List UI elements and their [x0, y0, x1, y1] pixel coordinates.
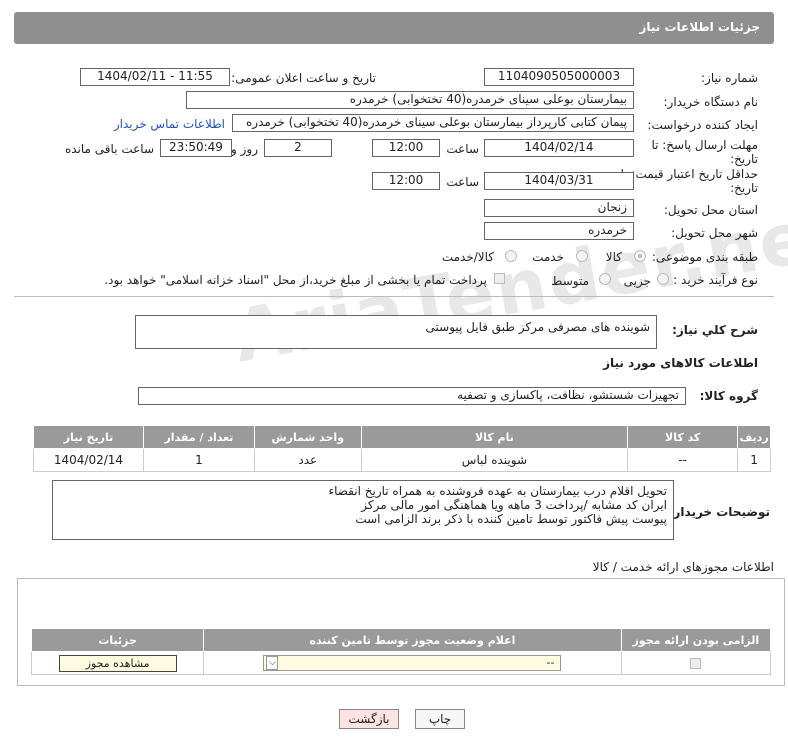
col-permit-details: جزئیات: [30, 628, 205, 652]
goods-table-header-row: ردیف کد کالا نام کالا واحد شمارش تعداد /…: [33, 425, 771, 449]
cell-item-code: --: [627, 448, 739, 472]
creator-label: ایجاد کننده درخواست:: [647, 118, 758, 132]
cell-quantity: 1: [142, 448, 255, 472]
buyer-notes-label: توضیحات خریدار:: [668, 505, 770, 519]
category-label: طبقه بندی موضوعی:: [651, 250, 758, 264]
process-radio-minor[interactable]: [657, 273, 669, 285]
buyer-note-line: تحویل اقلام درب بیمارستان به عهده فروشند…: [328, 484, 667, 498]
process-option-medium: متوسط: [551, 274, 589, 288]
table-row: -- ⌵ مشاهده مجوز: [30, 651, 772, 675]
province-field: زنجان: [484, 199, 634, 217]
price-time-field: 12:00: [372, 172, 440, 190]
table-row: 1 -- شوینده لباس عدد 1 1404/02/14: [33, 448, 771, 472]
cell-row-number: 1: [737, 448, 771, 472]
remaining-time-label: ساعت باقی مانده: [64, 142, 154, 156]
cell-permit-status: -- ⌵: [203, 651, 622, 675]
process-radio-medium[interactable]: [599, 273, 611, 285]
view-permit-button[interactable]: مشاهده مجوز: [58, 654, 177, 672]
goods-table: ردیف کد کالا نام کالا واحد شمارش تعداد /…: [33, 425, 771, 472]
province-label: استان محل تحویل:: [663, 203, 758, 217]
permits-table-header-row: الزامی بودن ارائه مجوز اعلام وضعیت مجوز …: [30, 628, 772, 652]
permit-required-checkbox[interactable]: [690, 658, 702, 669]
goods-group-field: تجهیزات شستشو، نظافت، پاکسازی و تصفیه: [138, 387, 686, 405]
chevron-down-icon: ⌵: [266, 656, 279, 670]
col-permit-status: اعلام وضعیت مجوز توسط تامین کننده: [203, 628, 622, 652]
permit-status-value: --: [546, 656, 555, 669]
category-radio-goods[interactable]: [634, 250, 646, 262]
price-time-label: ساعت: [446, 175, 479, 189]
need-number-field: 1104090505000003: [484, 68, 634, 86]
col-permit-required: الزامی بودن ارائه مجوز: [620, 628, 772, 652]
city-field: خرمدره: [484, 222, 634, 240]
reply-deadline-label: مهلت ارسال پاسخ: تا تاریخ:: [651, 138, 758, 166]
cell-need-date: 1404/02/14: [33, 448, 144, 472]
need-number-label: شماره نیاز:: [701, 71, 758, 85]
reply-date-field: 1404/02/14: [484, 139, 634, 157]
permits-section-title: اطلاعات مجوزهای ارائه خدمت / کالا: [592, 560, 774, 574]
back-button[interactable]: بازگشت: [339, 709, 399, 729]
days-label: روز و: [231, 142, 258, 156]
category-radio-service[interactable]: [576, 250, 588, 262]
announce-label: تاریخ و ساعت اعلان عمومی:: [231, 71, 376, 85]
goods-group-label: گروه کالا:: [699, 389, 758, 403]
permit-status-select[interactable]: -- ⌵: [263, 655, 562, 671]
buyer-org-label: نام دستگاه خریدار:: [663, 95, 759, 109]
col-unit: واحد شمارش: [253, 425, 362, 449]
buyer-org-field: بیمارستان بوعلی سینای خرمدره(40 تختخوابی…: [186, 91, 634, 109]
print-button[interactable]: چاپ: [415, 709, 465, 729]
payment-checkbox[interactable]: [494, 273, 505, 284]
buyer-note-line: پیوست پیش فاکتور توسط تامین کننده با ذکر…: [355, 512, 667, 526]
creator-field: پیمان کتابی کارپرداز بیمارستان بوعلی سین…: [232, 114, 634, 132]
divider: [14, 296, 774, 297]
days-remaining-field: 2: [264, 139, 332, 157]
col-row-number: ردیف: [737, 425, 771, 449]
category-radio-goods-service[interactable]: [505, 250, 517, 262]
buyer-note-line: ایران کد مشابه /پرداخت 3 ماهه ویا هماهنگ…: [361, 498, 667, 512]
contact-buyer-link[interactable]: اطلاعات تماس خریدار: [114, 117, 225, 131]
payment-note: پرداخت تمام یا بخشی از مبلغ خرید،از محل …: [104, 273, 487, 287]
city-label: شهر محل تحویل:: [671, 226, 758, 240]
buyer-notes-field[interactable]: تحویل اقلام درب بیمارستان به عهده فروشند…: [52, 480, 674, 540]
process-type-label: نوع فرآیند خرید :: [673, 273, 758, 287]
reply-time-field: 12:00: [372, 139, 440, 157]
process-option-minor: جزیی: [623, 274, 651, 288]
permits-table: الزامی بودن ارائه مجوز اعلام وضعیت مجوز …: [30, 628, 772, 675]
page-header: جزئیات اطلاعات نیاز: [14, 12, 774, 44]
col-need-date: تاریخ نیاز: [33, 425, 144, 449]
goods-section-title: اطلاعات کالاهای مورد نیاز: [603, 356, 758, 370]
general-description-label: شرح کلي نياز:: [672, 323, 758, 337]
reply-time-label: ساعت: [446, 142, 479, 156]
price-deadline-label: حداقل تاریخ اعتبار قیمت: تا تاریخ:: [620, 167, 758, 195]
cell-permit-details: مشاهده مجوز: [30, 651, 205, 675]
category-option-goods-service: کالا/خدمت: [441, 250, 494, 264]
category-option-goods: کالا: [605, 250, 622, 264]
category-option-service: خدمت: [532, 250, 564, 264]
announce-field: 1404/02/11 - 11:55: [80, 68, 230, 86]
general-description-field[interactable]: شوینده های مصرفی مرکز طبق فایل پیوستی: [135, 315, 657, 349]
cell-item-name: شوینده لباس: [360, 448, 629, 472]
remaining-time-field: 23:50:49: [160, 139, 232, 157]
col-quantity: تعداد / مقدار: [142, 425, 255, 449]
col-item-code: کد کالا: [627, 425, 739, 449]
page-title: جزئیات اطلاعات نیاز: [639, 20, 760, 34]
col-item-name: نام کالا: [360, 425, 629, 449]
cell-permit-required: [620, 651, 772, 675]
cell-unit: عدد: [253, 448, 362, 472]
price-date-field: 1404/03/31: [484, 172, 634, 190]
